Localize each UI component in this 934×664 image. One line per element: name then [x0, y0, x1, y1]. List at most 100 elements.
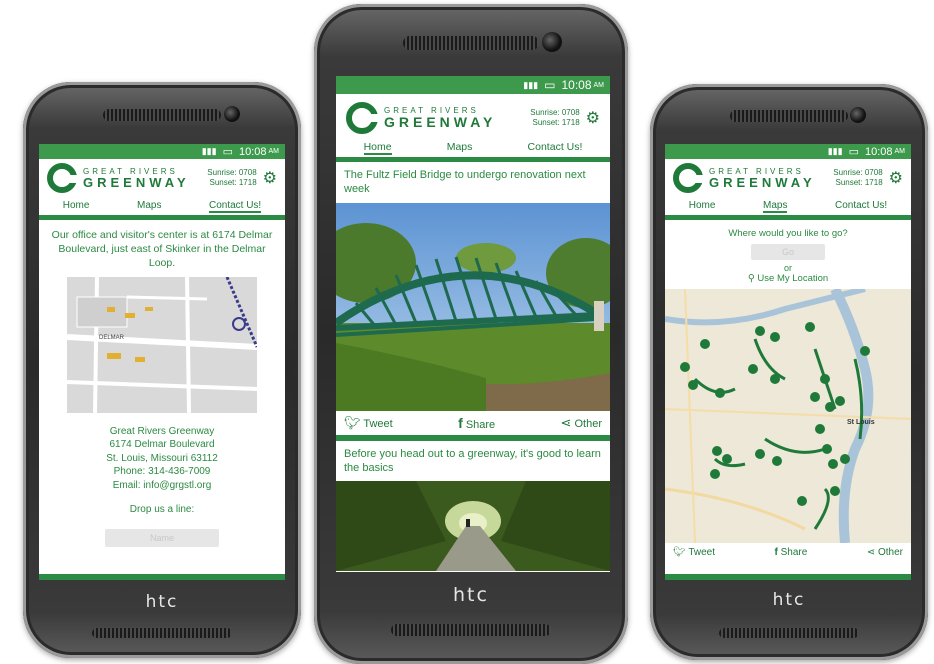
screen-center: ▮▮▮ ▭ 10:08 AM GREAT RIVERS GREENWAY Sunr…	[336, 76, 610, 572]
nav-home[interactable]: Home	[363, 141, 392, 155]
greenway-logo-icon	[346, 102, 378, 134]
logo-text: GREAT RIVERS GREENWAY	[709, 167, 816, 190]
post-title-2[interactable]: Before you head out to a greenway, it's …	[336, 441, 610, 482]
sun-times: Sunrise: 0708 Sunset: 1718	[530, 108, 579, 129]
gear-icon[interactable]: ⚙	[263, 168, 277, 188]
nav-contact[interactable]: Contact Us!	[835, 200, 887, 213]
front-camera	[224, 106, 240, 122]
earpiece-speaker	[403, 36, 539, 50]
greenway-logo-icon	[673, 163, 703, 193]
nav-maps[interactable]: Maps	[762, 200, 788, 213]
clock: 10:08	[238, 145, 267, 158]
bottom-speaker	[391, 624, 551, 636]
nav-bar: Home Maps Contact Us!	[665, 197, 911, 220]
email-address[interactable]: Email: info@grgstl.org	[39, 479, 285, 493]
share-bar-1: 🐦︎ Tweet f Share ⋖ Other	[336, 411, 610, 435]
status-bar: ▮▮▮ ▭ 10:08 AM	[665, 144, 911, 159]
phone-number[interactable]: Phone: 314-436-7009	[39, 465, 285, 479]
phone-right: htc ▮▮▮ ▭ 10:08 AM GREAT RIVERS GREENWAY …	[650, 84, 928, 660]
htc-logo: htc	[772, 590, 806, 610]
signal-icon: ▮▮▮	[523, 79, 539, 90]
tweet-button[interactable]: 🐦︎ Tweet	[344, 415, 393, 431]
bottom-speaker	[92, 628, 232, 638]
battery-icon: ▭	[544, 78, 556, 92]
other-button[interactable]: ⋖ Other	[867, 547, 903, 558]
trail-map[interactable]: St Louis	[665, 289, 911, 543]
greenway-map-graphic	[665, 289, 911, 543]
earpiece-speaker	[730, 110, 848, 122]
app-header: GREAT RIVERS GREENWAY Sunrise: 0708 Suns…	[336, 94, 610, 138]
gear-icon[interactable]: ⚙	[889, 168, 903, 188]
htc-logo: htc	[453, 584, 489, 606]
nav-home[interactable]: Home	[689, 200, 716, 213]
app-header: GREAT RIVERS GREENWAY Sunrise: 0708 Suns…	[39, 159, 285, 197]
nav-maps[interactable]: Maps	[137, 200, 161, 213]
share-label: Share	[780, 547, 808, 558]
earpiece-speaker	[103, 109, 221, 121]
trail-image	[336, 481, 610, 572]
screen-left: ▮▮▮ ▭ 10:08 AM GREAT RIVERS GREENWAY Sunr…	[39, 144, 285, 580]
location-pin-icon: ⚲	[747, 273, 755, 284]
bottom-green-bar	[665, 574, 911, 580]
status-bar: ▮▮▮ ▭ 10:08 AM	[336, 76, 610, 94]
other-label: Other	[574, 417, 602, 430]
clock: 10:08	[864, 145, 893, 158]
gear-icon[interactable]: ⚙	[586, 108, 600, 128]
logo-line2: GREENWAY	[384, 114, 497, 130]
sunrise: Sunrise: 0708	[207, 167, 257, 177]
app-header: GREAT RIVERS GREENWAY Sunrise: 0708 Suns…	[665, 159, 911, 197]
street-address: 6174 Delmar Boulevard	[109, 439, 215, 451]
city-state-zip: St. Louis, Missouri 63112	[106, 452, 218, 464]
bridge-photo[interactable]	[336, 202, 610, 411]
ampm: AM	[593, 81, 605, 89]
use-location-link[interactable]: ⚲ Use My Location	[665, 273, 911, 284]
ampm: AM	[894, 148, 906, 155]
sunrise: Sunrise: 0708	[530, 107, 580, 117]
status-bar: ▮▮▮ ▭ 10:08 AM	[39, 144, 285, 159]
name-field[interactable]: Name	[105, 529, 219, 548]
nav-contact[interactable]: Contact Us!	[208, 200, 262, 213]
address-block: Great Rivers Greenway 6174 Delmar Boulev…	[39, 413, 285, 493]
bottom-speaker	[719, 628, 859, 638]
logo-line2: GREENWAY	[83, 174, 190, 190]
bridge-image	[336, 202, 610, 411]
org-name: Great Rivers Greenway	[109, 425, 215, 437]
signal-icon: ▮▮▮	[827, 146, 843, 156]
twitter-bird-icon: 🐦︎	[673, 547, 686, 558]
nav-home[interactable]: Home	[63, 200, 90, 213]
use-location-label: Use My Location	[757, 273, 829, 284]
nav-maps[interactable]: Maps	[447, 141, 473, 155]
destination-prompt: Where would you like to go?	[728, 228, 848, 239]
nav-contact[interactable]: Contact Us!	[528, 141, 583, 155]
sunset: Sunset: 1718	[835, 178, 883, 187]
ampm: AM	[268, 148, 280, 155]
logo-text: GREAT RIVERS GREENWAY	[83, 167, 190, 190]
share-label: Share	[465, 418, 496, 431]
greenway-logo-icon	[47, 163, 77, 193]
go-button[interactable]: Go	[751, 244, 825, 260]
logo-line2: GREENWAY	[709, 174, 816, 190]
screen-right: ▮▮▮ ▭ 10:08 AM GREAT RIVERS GREENWAY Sunr…	[665, 144, 911, 580]
share-nodes-icon: ⋖	[560, 414, 572, 430]
sunset: Sunset: 1718	[209, 178, 257, 187]
trail-photo[interactable]	[336, 481, 610, 572]
share-button[interactable]: f Share	[775, 547, 808, 558]
facebook-icon: f	[458, 414, 463, 431]
street-map-graphic	[67, 276, 257, 413]
sun-times: Sunrise: 0708 Sunset: 1718	[207, 168, 256, 189]
post-title-1[interactable]: The Fultz Field Bridge to undergo renova…	[336, 162, 610, 203]
tweet-button[interactable]: 🐦︎ Tweet	[673, 547, 715, 558]
other-button[interactable]: ⋖ Other	[561, 415, 602, 431]
facebook-icon: f	[774, 547, 778, 558]
sunset: Sunset: 1718	[532, 118, 580, 127]
office-map[interactable]: DELMAR	[67, 276, 257, 413]
phone-center: htc ▮▮▮ ▭ 10:08 AM GREAT RIVERS GREENWAY …	[314, 4, 628, 664]
phone-left: htc ▮▮▮ ▭ 10:08 AM GREAT RIVERS GREENWAY …	[23, 82, 301, 658]
share-button[interactable]: f Share	[458, 415, 495, 431]
clock: 10:08	[561, 78, 592, 92]
twitter-bird-icon: 🐦︎	[344, 414, 361, 430]
share-bar: 🐦︎ Tweet f Share ⋖ Other	[665, 543, 911, 562]
map-label-delmar: DELMAR	[99, 334, 125, 341]
tweet-label: Tweet	[688, 547, 715, 558]
sunrise: Sunrise: 0708	[833, 167, 883, 177]
